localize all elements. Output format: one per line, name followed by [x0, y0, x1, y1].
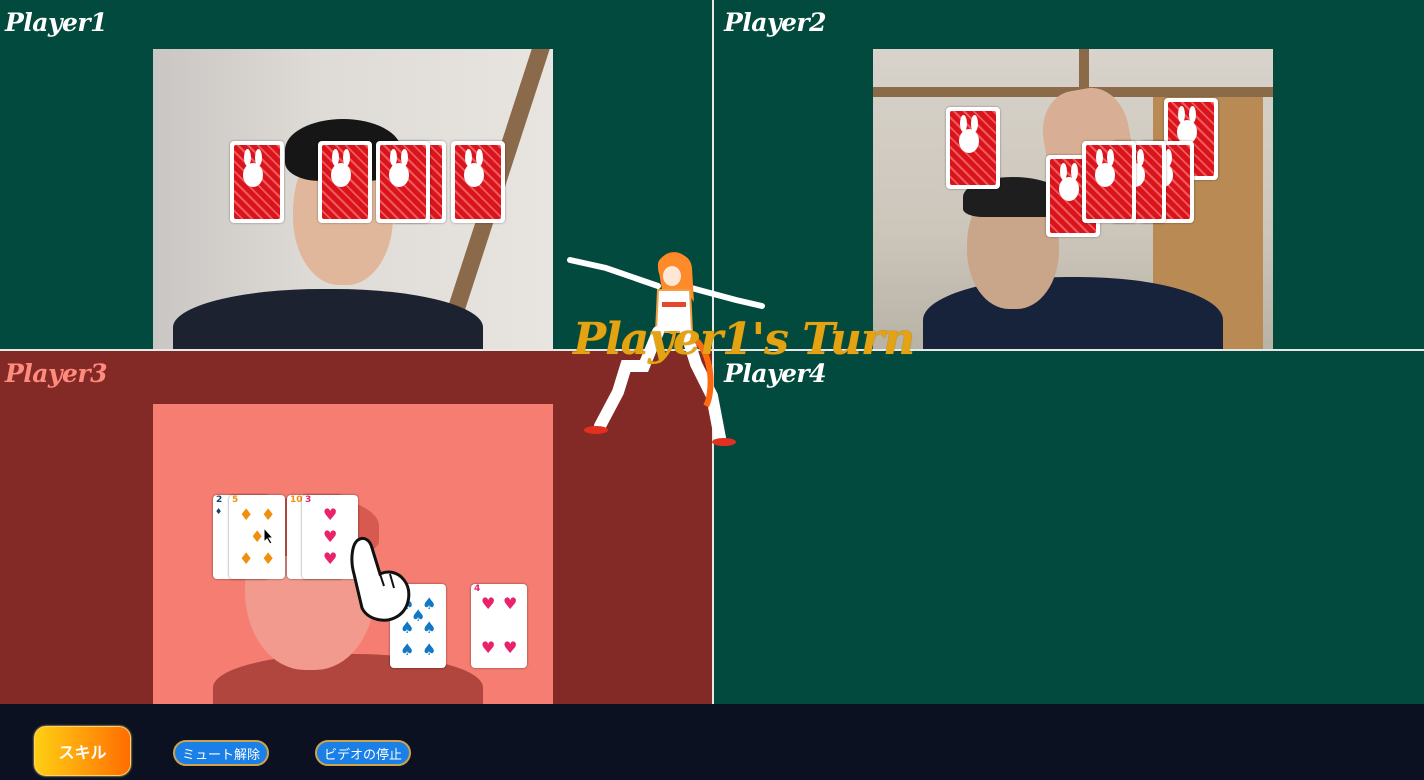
- player2-name: Player2: [724, 8, 827, 37]
- player1-name: Player1: [5, 8, 108, 37]
- player2-card-back: [1082, 141, 1136, 223]
- player2-card-back: [946, 107, 1000, 189]
- player1-card-back: [451, 141, 505, 223]
- card-rank: 10: [290, 495, 303, 505]
- player2-panel: Player2: [714, 0, 1424, 349]
- player3-name: Player3: [5, 359, 108, 388]
- skill-button[interactable]: スキル: [34, 726, 131, 776]
- turn-indicator: Player1's Turn: [573, 314, 915, 365]
- player1-card-back: [318, 141, 372, 223]
- stop-video-button[interactable]: ビデオの停止: [315, 740, 411, 766]
- unmute-button[interactable]: ミュート解除: [173, 740, 269, 766]
- player1-card-back: [230, 141, 284, 223]
- card-rank: 4: [474, 584, 481, 594]
- table-card[interactable]: 4 ♥ ♥ ♥ ♥: [471, 584, 527, 668]
- card-rank: 3: [305, 495, 312, 505]
- cursor-icon: [263, 527, 275, 545]
- player3-hand-card[interactable]: 5 ♦ ♦ ♦ ♦ ♦: [229, 495, 285, 579]
- card-rank: 5: [232, 495, 239, 505]
- pointing-hand-icon: [350, 536, 411, 622]
- player1-card-back: [376, 141, 430, 223]
- player4-panel: Player4: [714, 351, 1424, 704]
